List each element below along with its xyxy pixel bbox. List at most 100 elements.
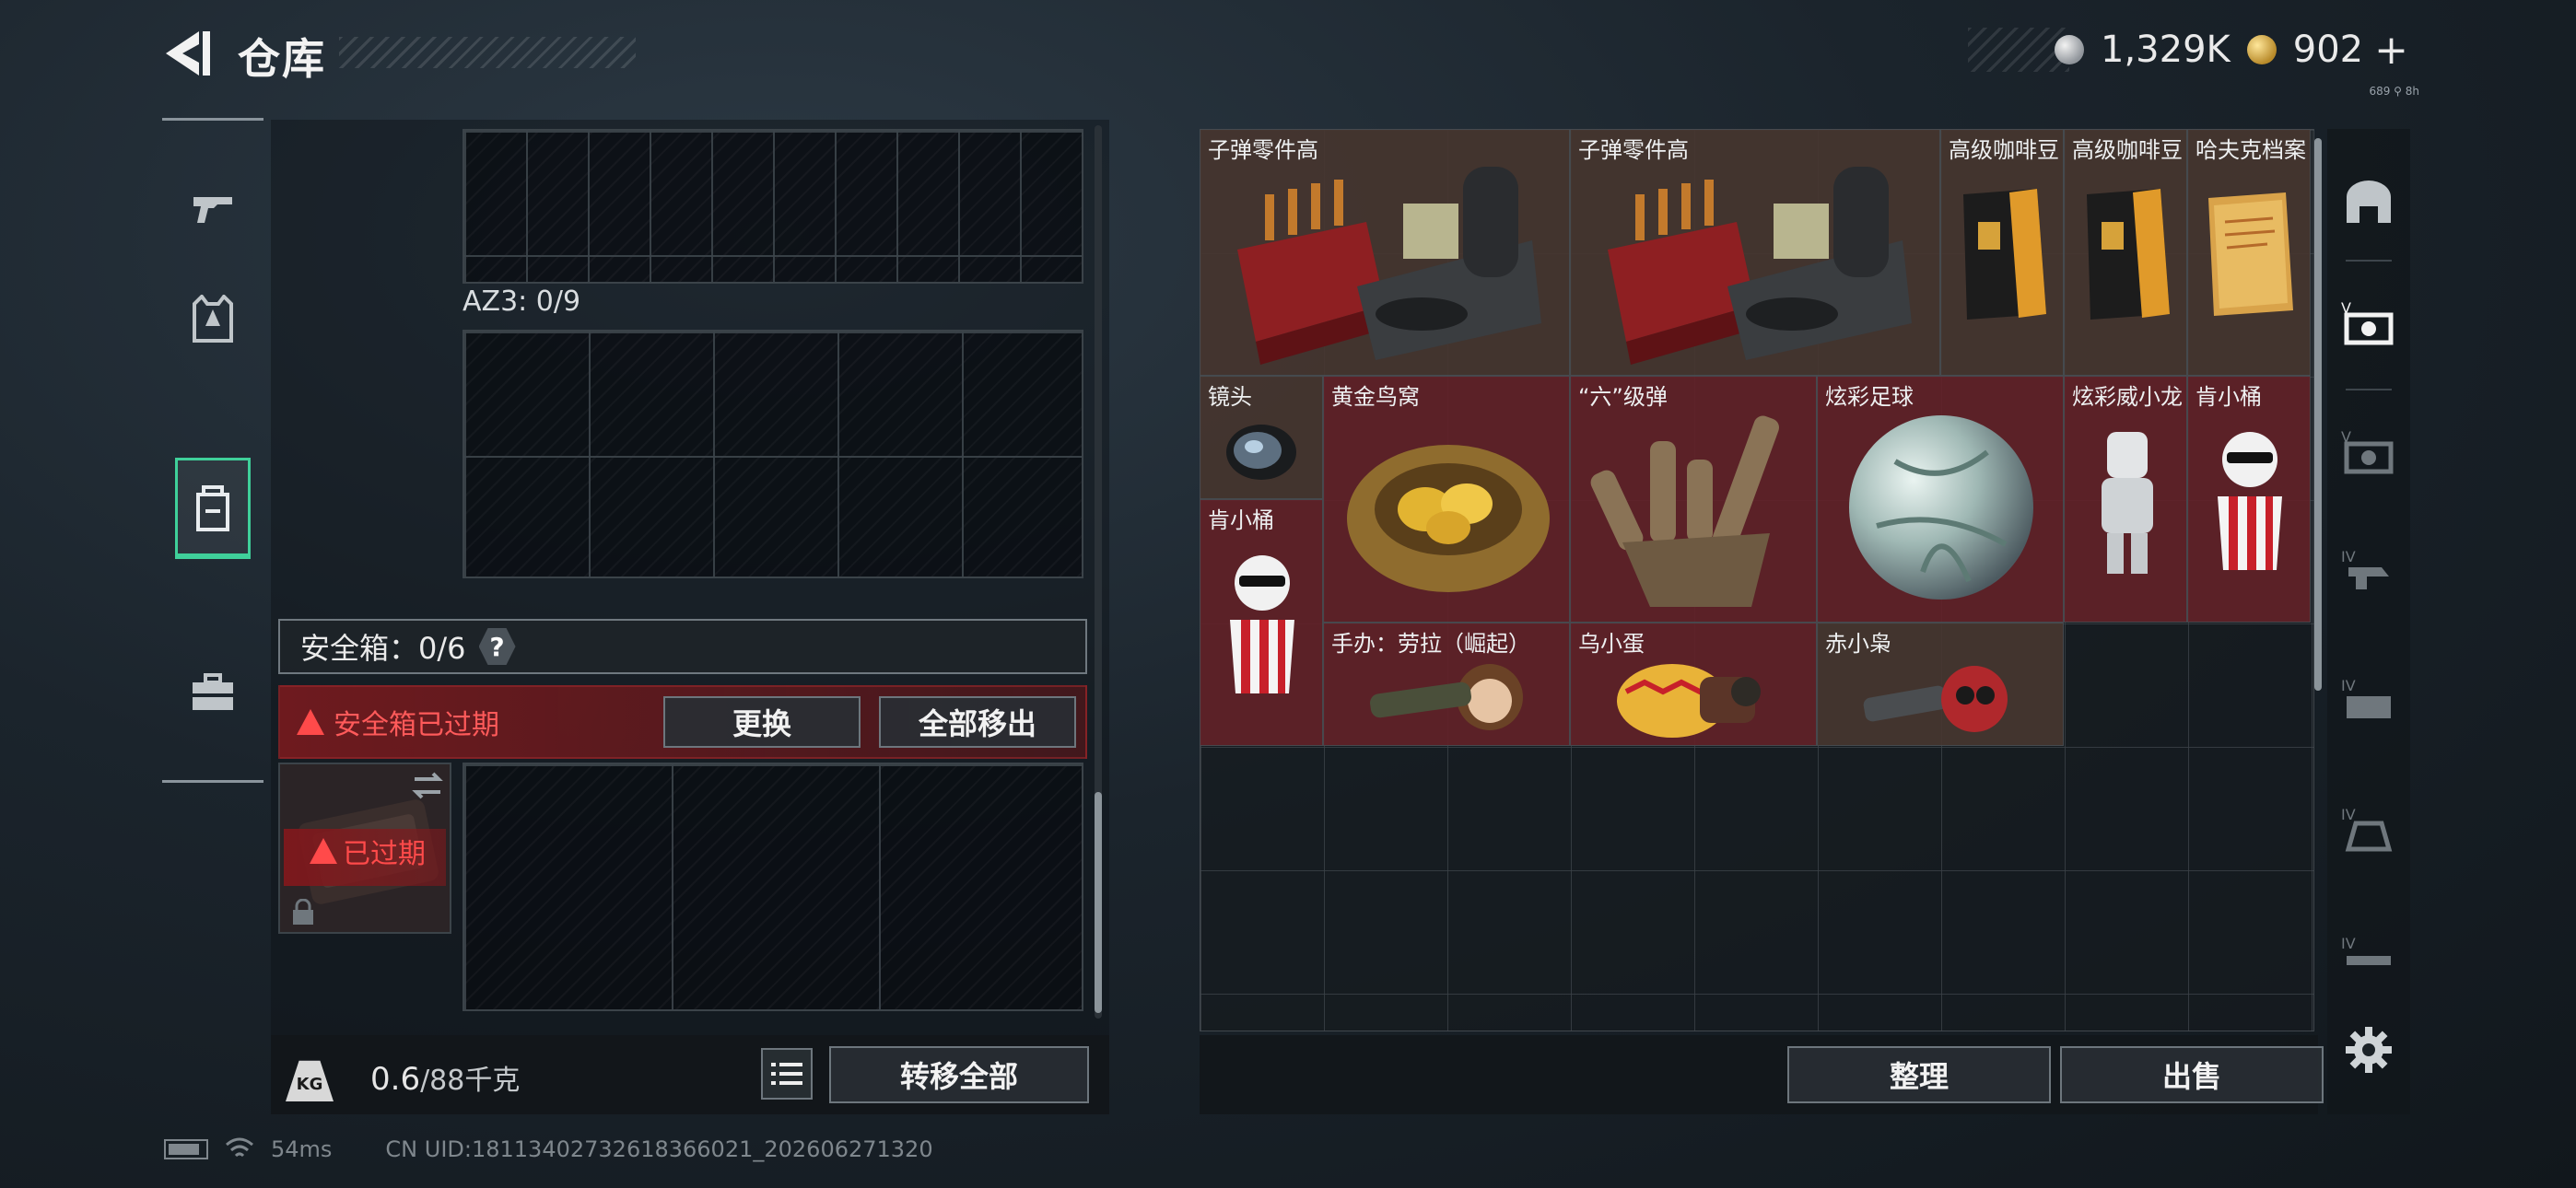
- warning-icon: [297, 709, 324, 735]
- lara-figure-image: [1370, 664, 1523, 730]
- swap-icon[interactable]: [411, 772, 444, 799]
- bullet-parts-image: [1608, 167, 1912, 365]
- item-label: 乌小蛋: [1578, 631, 1645, 657]
- item-coffee-beans-1[interactable]: 高级咖啡豆: [1940, 129, 2064, 376]
- tab-stash-home[interactable]: [2327, 147, 2410, 258]
- backpack-icon: [196, 485, 229, 531]
- stash-level-icon: V: [2341, 428, 2394, 474]
- item-ken-bucket-1[interactable]: 肯小桶: [2187, 376, 2311, 623]
- egg-figure-image: [1617, 664, 1761, 738]
- left-scrollbar-thumb[interactable]: [1095, 792, 1102, 1013]
- svg-text:IV: IV: [2341, 806, 2356, 823]
- file-folder-image: [2208, 192, 2293, 316]
- gear-icon: [2346, 1027, 2392, 1073]
- tab-stash-5b[interactable]: V: [2327, 396, 2410, 507]
- uid-text: CN UID:1811340273261836602​1_20260627132…: [385, 1136, 933, 1162]
- owl-figure-image: [1863, 666, 2008, 732]
- sell-button[interactable]: 出售: [2060, 1046, 2324, 1103]
- currency-bar: 1,329K 902 +: [1968, 27, 2429, 74]
- expired-warning-text: 安全箱已过期: [334, 709, 499, 741]
- expired-warning: 安全箱已过期: [297, 702, 499, 742]
- category-armor[interactable]: [175, 268, 251, 369]
- item-wu-egg[interactable]: 乌小蛋: [1570, 623, 1817, 746]
- tab-stash-5[interactable]: V: [2327, 267, 2410, 378]
- item-coffee-beans-2[interactable]: 高级咖啡豆: [2064, 129, 2187, 376]
- safe-box-header: 安全箱：0/6 ?: [278, 619, 1087, 674]
- stash-level-icon: IV: [2341, 935, 2391, 965]
- item-label: 肯小桶: [2195, 384, 2262, 410]
- warning-icon: [310, 838, 337, 864]
- list-view-button[interactable]: [761, 1048, 813, 1100]
- replace-button[interactable]: 更换: [663, 696, 861, 748]
- wifi-icon: [226, 1137, 253, 1158]
- az3-grid[interactable]: [463, 330, 1083, 578]
- safe-box-label: 安全箱：0/6: [300, 631, 466, 666]
- battery-icon: [164, 1139, 208, 1159]
- stash-tabs: V V IV IV IV IV: [2327, 129, 2410, 1114]
- weight-unit: /88千克: [420, 1065, 521, 1097]
- lock-icon: [293, 899, 313, 925]
- bullet-parts-image: [1237, 167, 1541, 365]
- item-rainbow-football[interactable]: 炫彩足球: [1817, 376, 2064, 623]
- item-ken-bucket-2[interactable]: 肯小桶: [1200, 499, 1323, 746]
- gold-coin-icon: [2246, 35, 2277, 64]
- item-golden-nest[interactable]: 黄金鸟窝: [1323, 376, 1570, 623]
- stash-level-icon: IV: [2341, 548, 2389, 589]
- item-lara-figure[interactable]: 手办：劳拉（崛起）: [1323, 623, 1570, 746]
- item-label: 黄金鸟窝: [1331, 384, 1420, 410]
- item-label: 肯小桶: [1208, 507, 1274, 533]
- football-image: [1849, 415, 2033, 600]
- currency-silver-value: 1,329K: [2101, 29, 2231, 71]
- vault-icon: [2347, 181, 2391, 223]
- remove-all-button[interactable]: 全部移出: [879, 696, 1076, 748]
- item-label: 哈夫克档案: [2195, 137, 2306, 163]
- case-expired-text: 已过期: [343, 838, 426, 870]
- item-bullet-parts-2[interactable]: 子弹零件高: [1570, 129, 1940, 376]
- item-label: 高级咖啡豆: [2072, 137, 2183, 163]
- settings-button[interactable]: [2327, 995, 2410, 1105]
- weight-value: 0.6: [370, 1061, 421, 1098]
- lens-image: [1226, 425, 1296, 480]
- bucket-figure-image: [2218, 432, 2282, 570]
- vest-icon: [193, 295, 233, 343]
- category-rail: [162, 118, 263, 783]
- category-case[interactable]: [175, 642, 251, 743]
- transfer-all-button[interactable]: 转移全部: [829, 1046, 1089, 1103]
- add-currency-button[interactable]: +: [2374, 27, 2408, 74]
- stash-level-icon: V: [2341, 299, 2394, 345]
- az3-capacity-label: AZ3: 0/9: [463, 285, 581, 318]
- briefcase-icon: [193, 673, 233, 710]
- sort-button[interactable]: 整理: [1787, 1046, 2051, 1103]
- back-arrow-icon[interactable]: [162, 28, 212, 79]
- item-six-bullet[interactable]: “六”级弹: [1570, 376, 1817, 623]
- item-lens[interactable]: 镜头: [1200, 376, 1323, 499]
- svg-text:IV: IV: [2341, 677, 2356, 694]
- svg-text:IV: IV: [2341, 935, 2356, 952]
- category-weapon[interactable]: [175, 157, 251, 259]
- stash-grid[interactable]: 子弹零件高 子弹零件高 高级咖啡豆 高级咖啡豆 哈夫克档案 镜头 黄金鸟窝 “六…: [1200, 129, 2318, 1031]
- container-grid-top: [463, 129, 1083, 284]
- item-chi-owl[interactable]: 赤小枭: [1817, 623, 2064, 746]
- bucket-figure-image: [1230, 555, 1294, 693]
- tab-stash-4c[interactable]: IV: [2327, 774, 2410, 884]
- item-label: 高级咖啡豆: [1949, 137, 2059, 163]
- title-decor-strip: [339, 37, 636, 68]
- coffee-bag-image: [2087, 189, 2170, 320]
- tab-stash-4b[interactable]: IV: [2327, 645, 2410, 755]
- item-label: 炫彩威小龙: [2072, 384, 2183, 410]
- silver-coin-icon: [2055, 35, 2085, 64]
- case-expired-label: 已过期: [310, 831, 426, 871]
- item-bullet-parts-1[interactable]: 子弹零件高: [1200, 129, 1570, 376]
- figure-image: [2102, 432, 2153, 574]
- stash-level-icon: IV: [2341, 806, 2393, 852]
- tab-stash-4a[interactable]: IV: [2327, 516, 2410, 626]
- category-backpack[interactable]: [175, 458, 251, 559]
- item-haavk-file[interactable]: 哈夫克档案: [2187, 129, 2311, 376]
- safe-box-grid[interactable]: [463, 763, 1083, 1011]
- item-rainbow-dragon[interactable]: 炫彩威小龙: [2064, 376, 2187, 623]
- golden-nest-image: [1347, 445, 1550, 592]
- header-tiny-text: 689 ⚲ 8h: [2369, 85, 2419, 98]
- help-icon[interactable]: ?: [478, 628, 516, 665]
- page-title: 仓库: [238, 34, 326, 84]
- right-scrollbar-thumb[interactable]: [2314, 138, 2322, 691]
